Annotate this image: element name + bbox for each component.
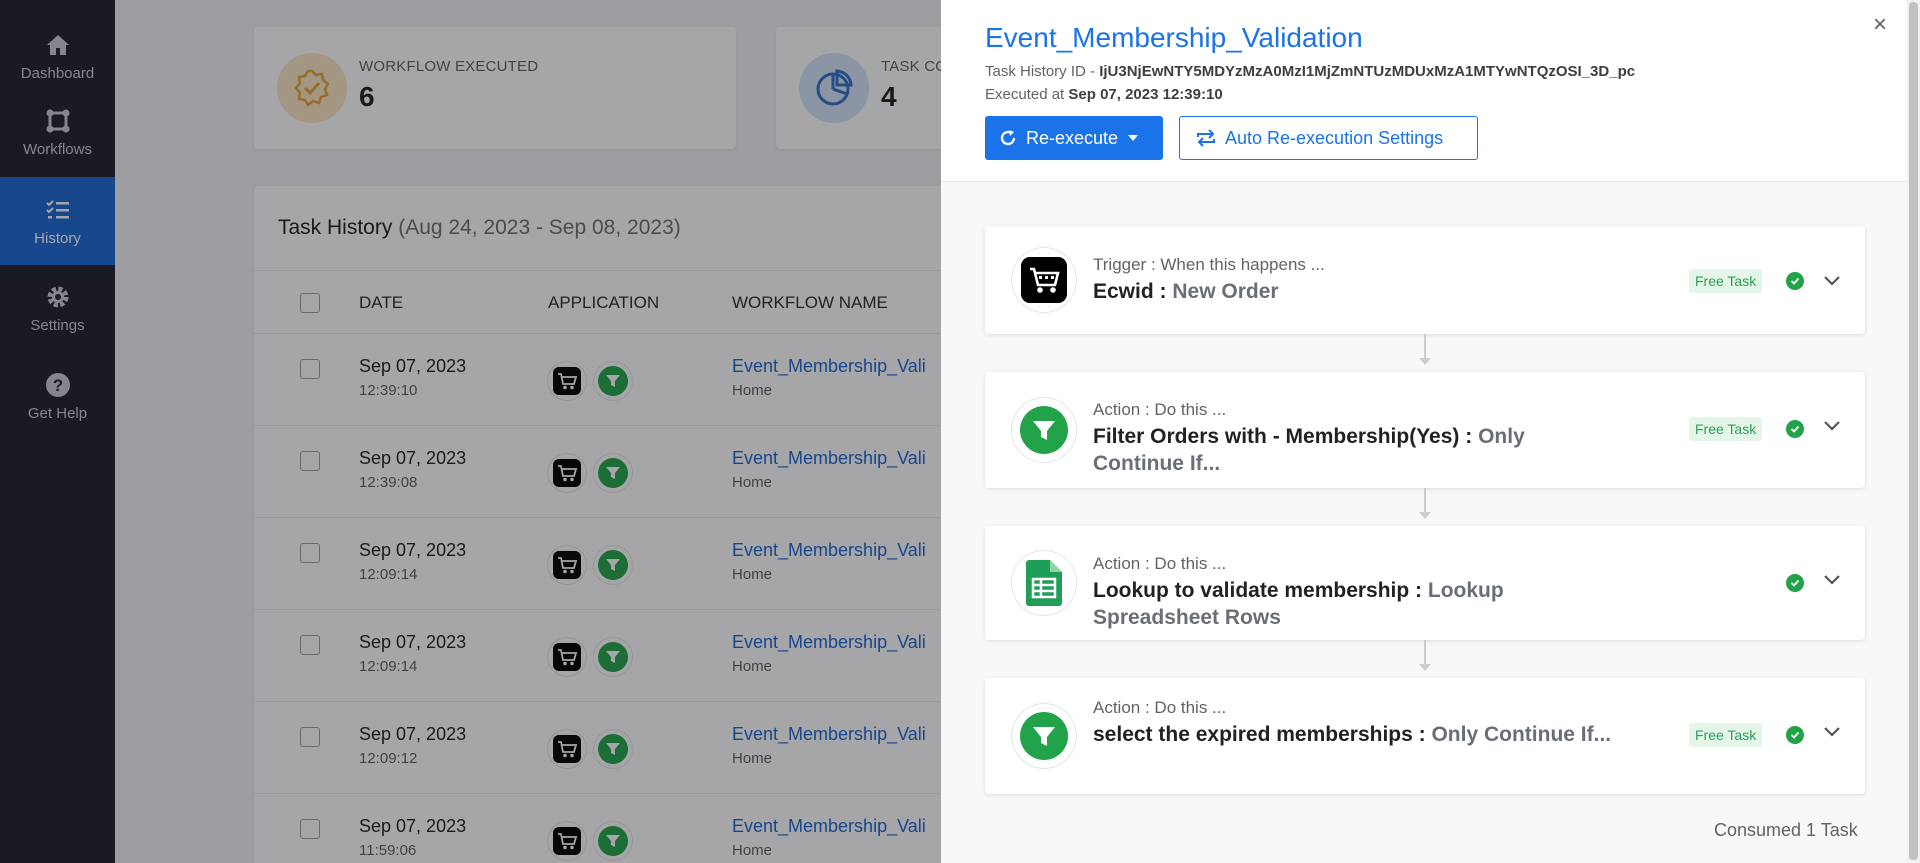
step-title: select the expired memberships : Only Co… (1093, 721, 1613, 748)
chevron-down-icon[interactable] (1821, 721, 1843, 743)
step-title: Filter Orders with - Membership(Yes) : O… (1093, 423, 1613, 477)
chevron-down-icon[interactable] (1821, 415, 1843, 437)
refresh-icon (999, 129, 1017, 147)
step-kind: Trigger : When this happens ... (1093, 255, 1325, 274)
step-title: Lookup to validate membership : Lookup S… (1093, 577, 1613, 631)
connector-arrow-icon (1419, 664, 1431, 671)
auto-re-execution-settings-button[interactable]: Auto Re-execution Settings (1179, 116, 1478, 160)
step-event-name: Only Continue If... (1431, 723, 1612, 746)
scrollbar-thumb[interactable] (1909, 2, 1918, 860)
step-card-expired-memberships[interactable]: Action : Do this ... select the expired … (985, 678, 1865, 794)
workflow-title: Event_Membership_Validation (985, 22, 1363, 53)
re-execute-label: Re-execute (1026, 127, 1119, 148)
close-icon[interactable]: × (1867, 11, 1893, 38)
repeat-icon (1195, 129, 1217, 147)
success-check-icon (1786, 574, 1804, 592)
step-title: Ecwid : New Order (1093, 278, 1613, 305)
filter-icon (1011, 397, 1077, 463)
task-history-id-label: Task History ID - (985, 63, 1100, 80)
drawer-scrollbar[interactable] (1907, 0, 1920, 863)
ecwid-cart-icon (1011, 247, 1077, 313)
step-kind: Action : Do this ... (1093, 400, 1227, 419)
step-app-name: Filter Orders with - Membership(Yes) : (1093, 425, 1479, 448)
re-execute-button[interactable]: Re-execute (985, 116, 1163, 160)
executed-at-value: Sep 07, 2023 12:39:10 (1068, 86, 1223, 103)
step-event-name: New Order (1172, 280, 1279, 303)
task-history-id-value: IjU3NjEwNTY5MDYzMzA0MzI1MjZmNTUzMDUxMzA1… (1099, 63, 1636, 80)
chevron-down-icon[interactable] (1821, 270, 1843, 292)
free-task-badge: Free Task (1689, 417, 1763, 441)
step-connector (1424, 334, 1426, 358)
step-kind: Action : Do this ... (1093, 698, 1227, 717)
google-sheets-icon (1011, 550, 1077, 616)
step-card-filter-membership[interactable]: Action : Do this ... Filter Orders with … (985, 372, 1865, 488)
connector-arrow-icon (1419, 512, 1431, 519)
task-detail-drawer: Event_Membership_Validation Task History… (941, 0, 1907, 863)
step-app-name: select the expired memberships : (1093, 723, 1432, 746)
connector-arrow-icon (1419, 358, 1431, 365)
executed-at: Executed at Sep 07, 2023 12:39:10 (985, 86, 1223, 103)
consumed-tasks-summary: Consumed 1 Task (1714, 820, 1858, 840)
caret-down-icon (1128, 135, 1139, 141)
step-connector (1424, 488, 1426, 512)
step-connector (1424, 640, 1426, 664)
modal-backdrop[interactable] (0, 0, 941, 863)
filter-icon (1011, 703, 1077, 769)
step-app-name: Ecwid : (1093, 280, 1173, 303)
step-app-name: Lookup to validate membership : (1093, 579, 1428, 602)
auto-re-execution-label: Auto Re-execution Settings (1225, 127, 1444, 148)
success-check-icon (1786, 420, 1804, 438)
free-task-badge: Free Task (1689, 723, 1763, 747)
step-card-lookup-membership[interactable]: Action : Do this ... Lookup to validate … (985, 526, 1865, 640)
success-check-icon (1786, 726, 1804, 744)
executed-at-label: Executed at (985, 86, 1069, 103)
free-task-badge: Free Task (1689, 269, 1763, 293)
step-card-trigger[interactable]: Trigger : When this happens ... Ecwid : … (985, 226, 1865, 334)
success-check-icon (1786, 272, 1804, 290)
step-kind: Action : Do this ... (1093, 554, 1227, 573)
task-history-id: Task History ID - IjU3NjEwNTY5MDYzMzA0Mz… (985, 63, 1635, 80)
drawer-header: Event_Membership_Validation Task History… (941, 0, 1907, 182)
chevron-down-icon[interactable] (1821, 569, 1843, 591)
